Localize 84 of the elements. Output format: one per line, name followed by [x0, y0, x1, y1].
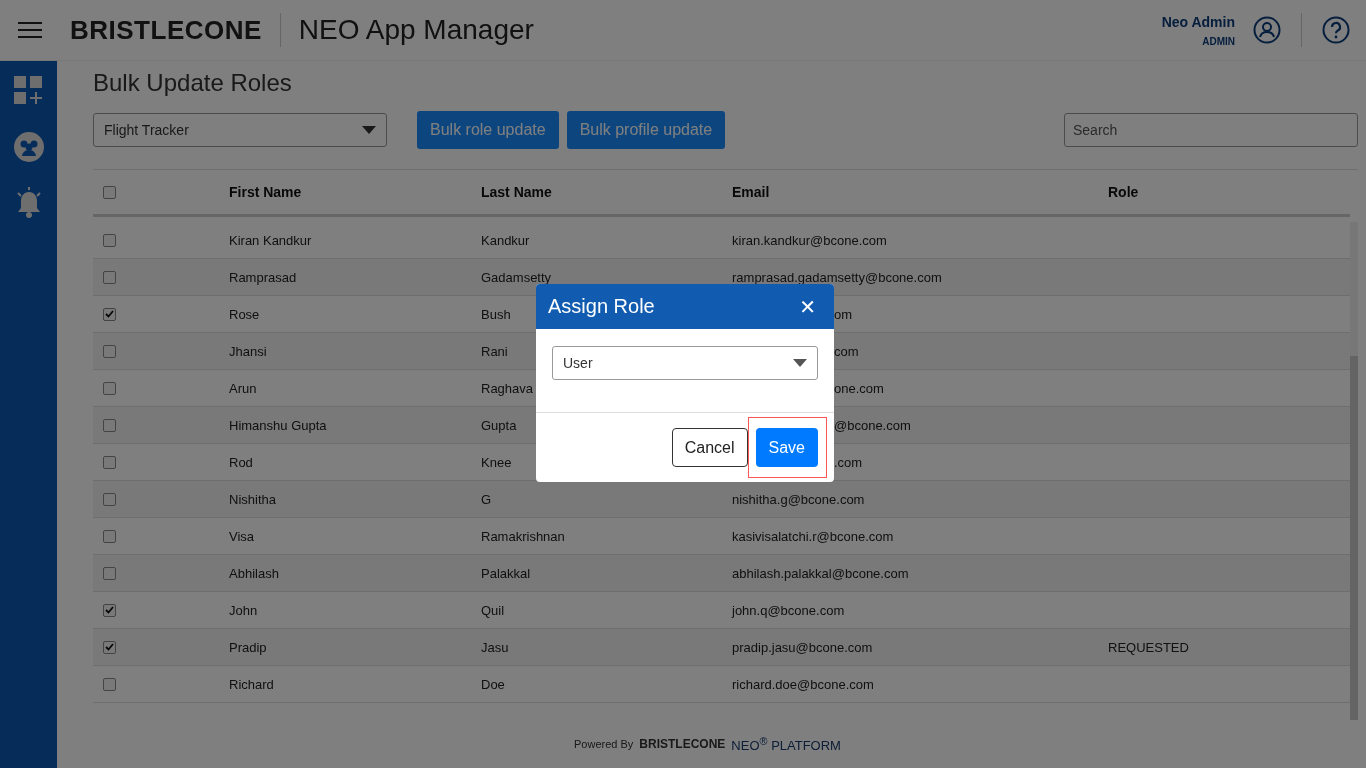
table-cell: kiran.kandkur@bcone.com [732, 232, 887, 248]
row-checkbox[interactable] [103, 566, 116, 580]
bell-icon[interactable] [14, 187, 43, 219]
table-cell: Rod [229, 454, 253, 470]
row-checkbox[interactable] [103, 677, 116, 691]
table-cell: @bcone.com [834, 417, 911, 433]
dashboard-add-icon[interactable] [12, 75, 45, 107]
table-cell: Doe [481, 676, 505, 692]
table-cell: John [229, 602, 258, 618]
page-title: Bulk Update Roles [93, 69, 293, 97]
dialog-title: Assign Role [548, 295, 655, 318]
table-cell: Quil [481, 602, 505, 618]
table-cell: nishitha.g@bcone.com [732, 491, 865, 507]
save-button[interactable]: Save [755, 428, 818, 467]
table-cell: Rani [481, 343, 508, 359]
app-select[interactable]: Flight Tracker [93, 113, 387, 147]
caret-icon [793, 359, 807, 367]
row-checkbox[interactable] [103, 455, 116, 469]
table-cell: Visa [229, 528, 255, 544]
row-checkbox[interactable] [103, 185, 116, 199]
platform-text: NEO$^{®}$ PLATFORM [731, 734, 841, 754]
table-cell: Palakkal [481, 565, 531, 581]
table-cell: Bush [481, 306, 511, 322]
menu-icon[interactable] [18, 21, 42, 39]
table-cell: Himanshu Gupta [229, 417, 327, 433]
role-select[interactable]: User [552, 346, 818, 380]
user-role: ADMIN [1202, 35, 1235, 47]
table-cell: Abhilash [229, 565, 279, 581]
powered-by-text: Powered By [574, 738, 634, 750]
table-cell: Richard [229, 676, 274, 692]
table-cell: abhilash.palakkal@bcone.com [732, 565, 909, 581]
table-cell: Ramprasad [229, 269, 297, 285]
table-cell: Arun [229, 380, 257, 396]
table-cell: ramprasad.gadamsetty@bcone.com [732, 269, 942, 285]
column-header: Role [1108, 184, 1140, 200]
table-cell: pradip.jasu@bcone.com [732, 639, 873, 655]
bulk-update-button[interactable]: Bulk profile update [566, 111, 726, 149]
users-icon[interactable] [12, 131, 45, 163]
user-name: Neo Admin [1161, 13, 1235, 30]
table-cell: john.q@bcone.com [732, 602, 845, 618]
row-checkbox[interactable] [103, 529, 116, 543]
table-cell: richard.doe@bcone.com [732, 676, 874, 692]
caret-icon [362, 126, 376, 134]
bulk-update-button[interactable]: Bulk role update [417, 111, 559, 149]
close-button[interactable]: ✕ [793, 293, 822, 320]
table-cell: kasivisalatchi.r@bcone.com [732, 528, 894, 544]
table-cell: G [481, 491, 492, 507]
table-cell: Pradip [229, 639, 267, 655]
help-icon[interactable] [1322, 16, 1350, 44]
app-title: NEO App Manager [298, 14, 534, 46]
row-checkbox[interactable] [103, 270, 116, 284]
table-cell: REQUESTED [1108, 639, 1189, 655]
table-cell: Jasu [481, 639, 509, 655]
row-checkbox[interactable] [103, 381, 116, 395]
column-header: First Name [229, 184, 303, 200]
column-header: Email [732, 184, 771, 200]
footer-logo: BRISTLECONE [639, 737, 726, 751]
table-cell: Knee [481, 454, 512, 470]
row-checkbox[interactable] [103, 492, 116, 506]
row-checkbox[interactable] [103, 233, 116, 247]
user-icon[interactable] [1253, 16, 1281, 44]
table-cell: Kiran Kandkur [229, 232, 312, 248]
table-cell: Nishitha [229, 491, 276, 507]
table-cell: one.com [834, 380, 884, 396]
row-checkbox[interactable] [103, 307, 116, 321]
row-checkbox[interactable] [103, 603, 116, 617]
table-cell: Jhansi [229, 343, 267, 359]
table-cell: Ramakrishnan [481, 528, 565, 544]
column-header: Last Name [481, 184, 553, 200]
table-cell: Raghava [481, 380, 534, 396]
table-cell: Gadamsetty [481, 269, 552, 285]
table-cell: om [834, 306, 853, 322]
cancel-button[interactable]: Cancel [671, 428, 748, 467]
table-cell: Rose [229, 306, 260, 322]
row-checkbox[interactable] [103, 344, 116, 358]
table-cell: Kandkur [481, 232, 530, 248]
scrollbar[interactable] [1350, 222, 1358, 720]
logo: BRISTLECONE [70, 14, 262, 46]
row-checkbox[interactable] [103, 640, 116, 654]
table-cell: com [834, 343, 859, 359]
search-field[interactable]: Search [1064, 113, 1358, 147]
table-cell: Gupta [481, 417, 517, 433]
row-checkbox[interactable] [103, 418, 116, 432]
table-cell: .com [834, 454, 863, 470]
